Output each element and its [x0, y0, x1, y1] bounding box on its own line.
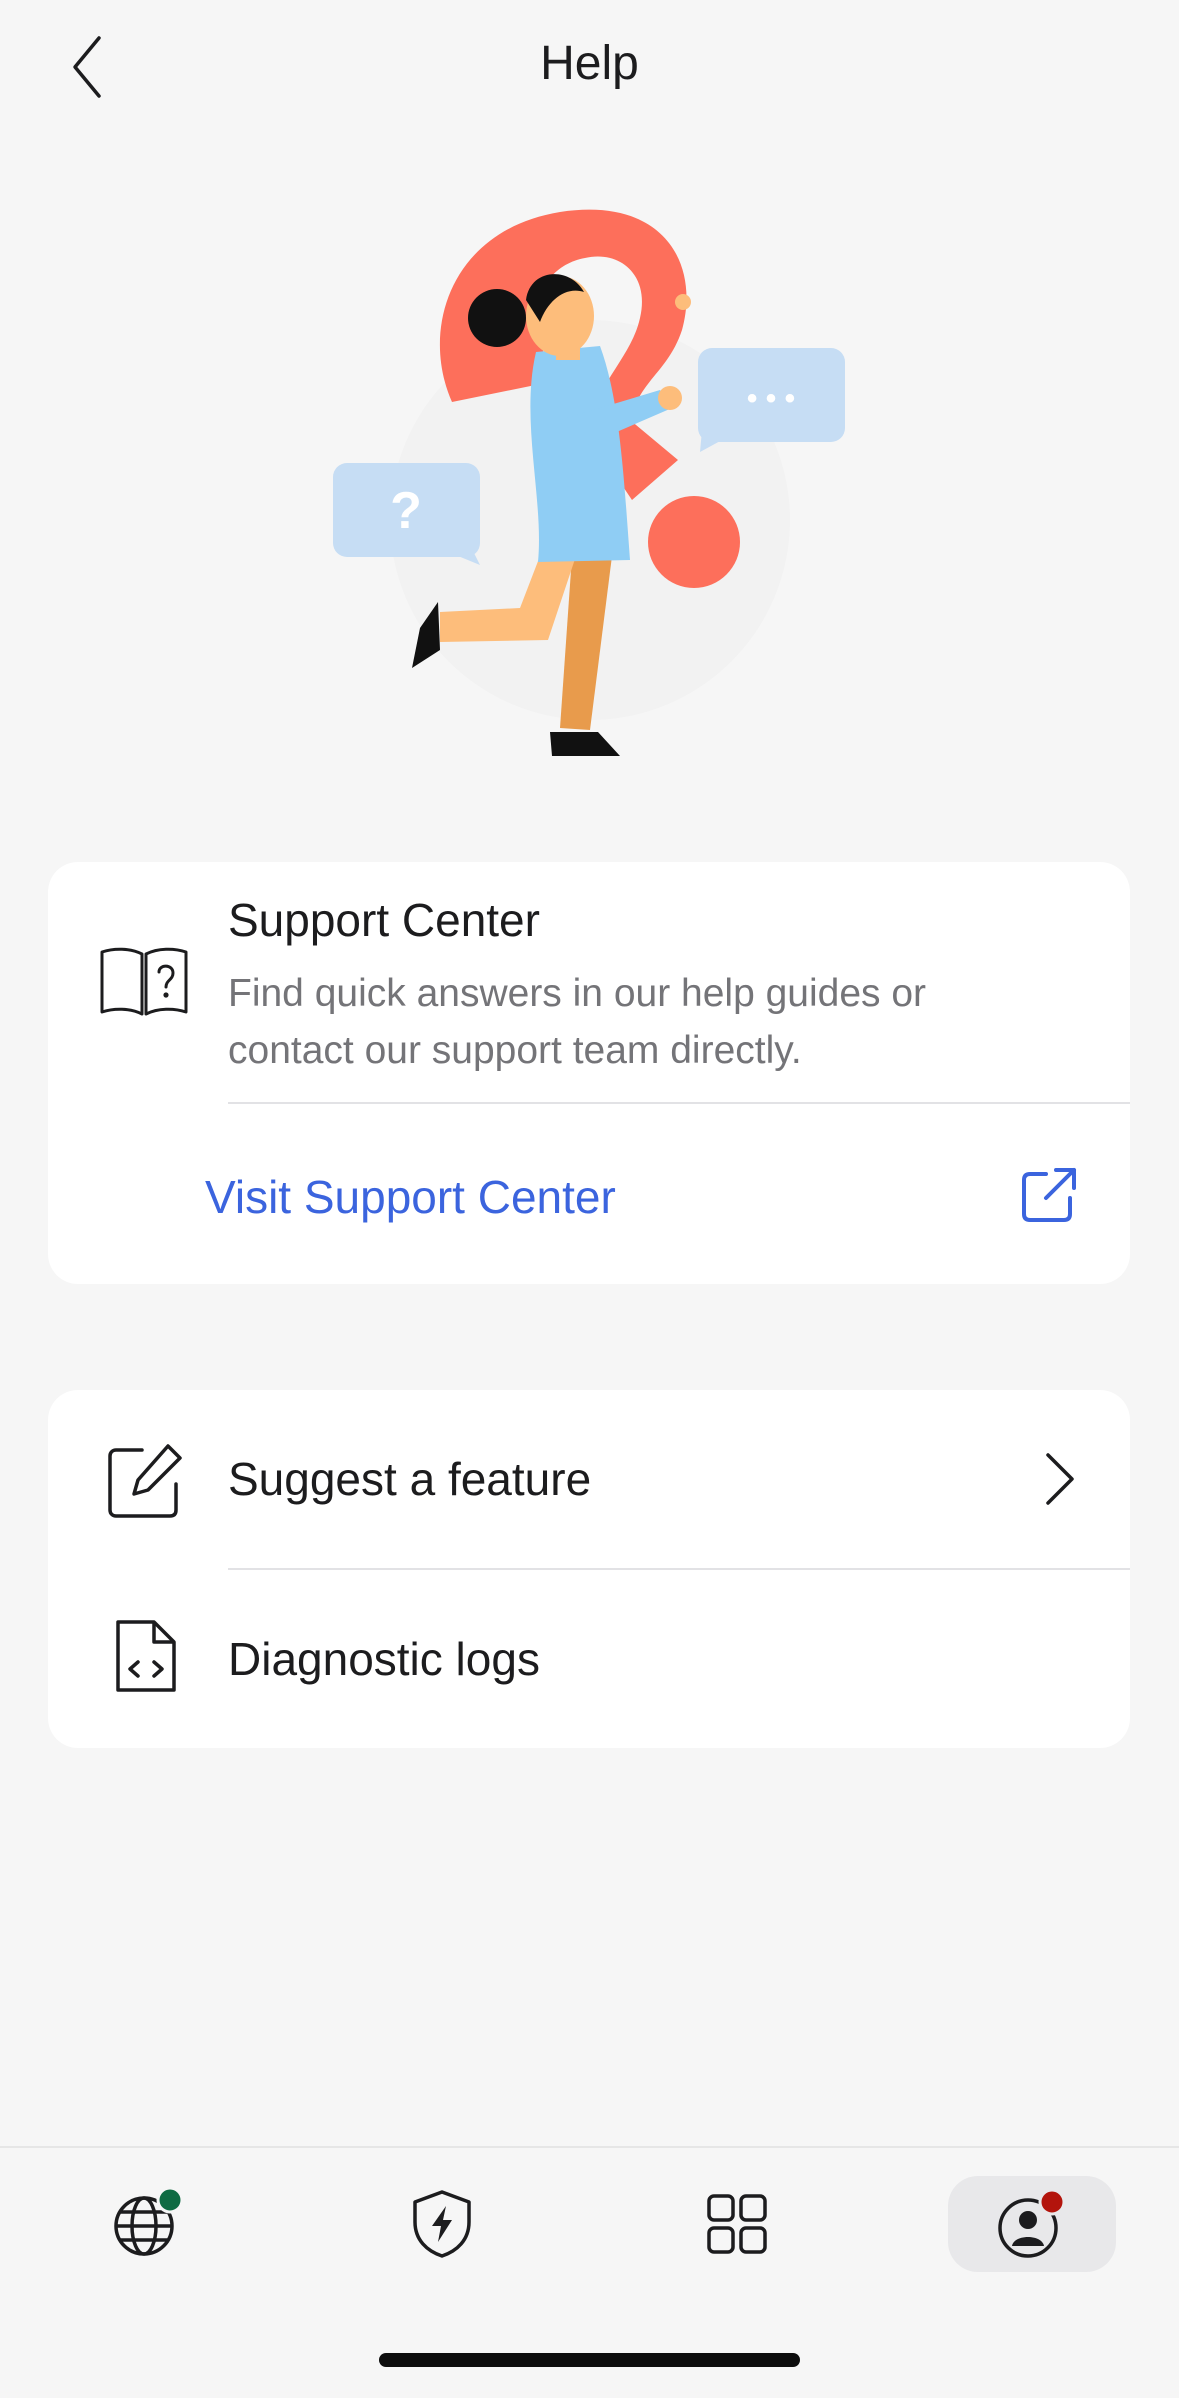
home-indicator	[379, 2353, 800, 2367]
external-link-icon	[1022, 1168, 1076, 1222]
svg-text:• • •: • • •	[747, 382, 795, 415]
book-question-icon	[100, 947, 188, 1016]
tab-apps[interactable]	[653, 2176, 821, 2272]
support-center-description: Find quick answers in our help guides or…	[228, 972, 927, 1072]
suggest-feature-row[interactable]: Suggest a feature	[48, 1390, 1130, 1568]
suggest-feature-label: Suggest a feature	[228, 1453, 592, 1505]
help-illustration: • • • ?	[333, 209, 845, 756]
code-file-icon	[116, 1620, 176, 1692]
globe-icon	[114, 2186, 184, 2256]
chevron-right-icon	[1046, 1453, 1074, 1505]
chat-bubble-right: • • •	[698, 348, 845, 452]
page-title: Help	[540, 37, 639, 90]
tab-globe[interactable]	[64, 2176, 232, 2272]
shield-lightning-icon	[413, 2190, 471, 2258]
grid-icon	[707, 2194, 767, 2254]
svg-text:?: ?	[390, 482, 422, 540]
tab-protection[interactable]	[358, 2176, 526, 2272]
visit-support-center-link[interactable]: Visit Support Center	[48, 1104, 1130, 1284]
notification-badge	[1038, 2188, 1066, 2216]
chat-bubble-left: ?	[333, 463, 480, 565]
account-icon	[998, 2188, 1066, 2258]
diagnostic-logs-row[interactable]: Diagnostic logs	[48, 1570, 1130, 1748]
status-badge	[156, 2186, 184, 2214]
visit-support-center-label: Visit Support Center	[205, 1171, 616, 1223]
edit-square-icon	[108, 1444, 182, 1518]
tab-account[interactable]	[948, 2176, 1116, 2272]
header: Help	[0, 0, 1179, 140]
diagnostic-logs-label: Diagnostic logs	[228, 1633, 540, 1685]
support-center-title: Support Center	[228, 894, 540, 946]
question-dot	[648, 496, 740, 588]
